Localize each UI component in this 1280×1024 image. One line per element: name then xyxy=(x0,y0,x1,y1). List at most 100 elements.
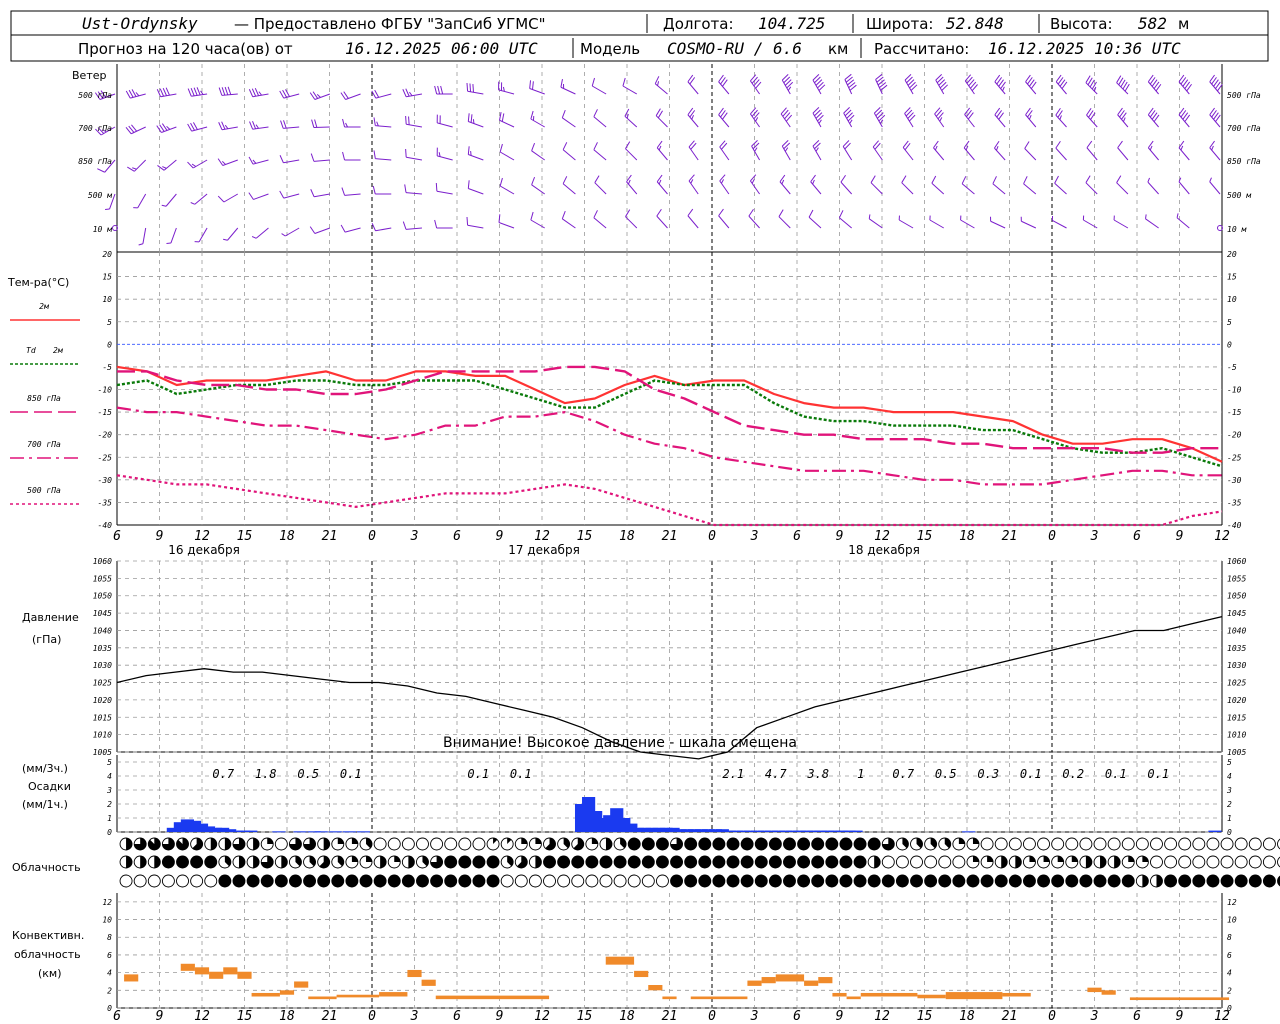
cloud-symbol-fill xyxy=(366,856,373,862)
hour-tick-conv: 0 xyxy=(708,1009,716,1024)
day-label: 18 декабря xyxy=(848,543,920,557)
hour-tick-temp: 12 xyxy=(534,529,550,544)
wind-barb-staff xyxy=(283,193,300,199)
temp-tick-right: 0 xyxy=(1227,340,1232,349)
conv-cloud-bar xyxy=(336,994,380,998)
temp-tick-right: -5 xyxy=(1227,363,1237,372)
hour-tick-conv: 21 xyxy=(322,1009,338,1024)
wind-barb-feather xyxy=(224,86,229,96)
cloud-symbol-fill xyxy=(487,875,500,887)
cloud-symbol-fill xyxy=(1071,856,1078,862)
wind-barb-staff xyxy=(1113,219,1129,229)
precip-tick-right: 2 xyxy=(1227,800,1232,809)
hour-tick-conv: 9 xyxy=(836,1009,844,1024)
wind-barb-feather xyxy=(166,125,171,130)
conv-tick-left: 4 xyxy=(107,969,112,978)
cloud-symbol-fill xyxy=(712,838,725,850)
pressure-tick-left: 1010 xyxy=(93,731,112,740)
wind-barb-feather xyxy=(901,175,907,183)
precip-unit-3h: (мм/3ч.) xyxy=(22,762,68,775)
cloud-symbol-fill xyxy=(337,838,344,844)
wind-barb-staff xyxy=(562,149,576,161)
conv-cloud-bar xyxy=(761,977,776,984)
wind-barb-feather xyxy=(755,117,759,122)
pressure-tick-left: 1020 xyxy=(93,696,112,705)
wind-barb-feather xyxy=(280,120,284,129)
legend-label: 2м xyxy=(39,302,50,311)
wind-barb-staff xyxy=(498,222,515,229)
hour-tick-temp: 12 xyxy=(194,529,210,544)
cloud-symbol-fill xyxy=(1043,856,1050,862)
cloud-symbol-fill xyxy=(698,856,711,868)
cloud-symbol-fill xyxy=(1108,875,1121,887)
wind-barb-staff xyxy=(170,227,177,244)
cloud-symbol-fill xyxy=(755,838,768,850)
wind-title: Ветер xyxy=(72,69,106,82)
wind-barb-feather xyxy=(165,87,170,96)
precipitation-plot: 0.7 1.8 0.5 0.1 0.1 0.1 2.1 4.7 3.8 1 0.7 0.5 0.3 0.1… xyxy=(166,767,1222,833)
cloud-symbol xyxy=(1192,855,1206,869)
wind-barb-staff xyxy=(1178,181,1190,195)
conv-cloud-bar xyxy=(605,956,635,965)
wind-barb-feather xyxy=(625,209,631,217)
hour-tick-conv: 0 xyxy=(1048,1009,1056,1024)
wind-barb-feather xyxy=(405,148,407,158)
latitude-value: 52.848 xyxy=(946,14,1004,33)
cloud-symbol xyxy=(1107,837,1121,851)
hour-tick-conv: 6 xyxy=(453,1009,461,1024)
wind-barb-feather xyxy=(627,179,631,185)
wind-barb-feather xyxy=(531,176,536,186)
cloud-symbol-fill xyxy=(1156,875,1163,887)
cloud-symbol-fill xyxy=(741,856,754,868)
hour-tick-temp: 6 xyxy=(1133,529,1141,544)
cloud-symbol xyxy=(119,874,133,888)
wind-barb-staff xyxy=(718,81,730,95)
precip-sum-label: 0.1 xyxy=(1105,767,1127,781)
conv-cloud-bar xyxy=(223,967,238,975)
wind-barb-feather xyxy=(309,226,316,234)
pressure-title: Давление xyxy=(22,611,79,624)
precip-sum-label: 1 xyxy=(857,767,864,781)
wind-barb-feather xyxy=(625,141,631,149)
precip-tick-left: 2 xyxy=(107,800,112,809)
altitude-unit: м xyxy=(1178,15,1189,33)
wind-barb-staff xyxy=(592,85,607,95)
wind-barb-feather xyxy=(466,82,469,92)
pressure-tick-right: 1005 xyxy=(1227,748,1246,757)
cloud-symbol-fill xyxy=(351,856,358,862)
wind-barb-feather xyxy=(191,163,197,167)
conv-cloud-bar xyxy=(818,977,833,984)
wind-barb-staff xyxy=(255,227,269,239)
wind-barb-staff xyxy=(562,117,576,128)
cloud-symbol-fill xyxy=(394,856,401,862)
cloud-symbol-fill xyxy=(535,856,542,868)
cloud-symbol-fill xyxy=(1065,875,1078,887)
wind-barb-feather xyxy=(499,177,503,187)
conv-cloud-bar xyxy=(917,994,946,999)
cloud-symbol-fill xyxy=(755,875,768,887)
wind-barb-feather xyxy=(750,174,757,182)
pressure-tick-left: 1050 xyxy=(93,592,112,601)
pressure-unit: (гПа) xyxy=(32,633,61,646)
cloud-symbol-fill xyxy=(1142,856,1149,862)
wind-barb-feather xyxy=(190,202,196,205)
precip-tick-right: 5 xyxy=(1227,758,1232,767)
wind-barb-feather xyxy=(879,119,884,124)
wind-barb-staff xyxy=(898,219,914,229)
wind-barb-staff xyxy=(1117,147,1129,161)
wind-barb-feather xyxy=(470,151,472,156)
cloud-symbol-fill xyxy=(656,838,669,850)
wind-barb-staff xyxy=(1145,218,1159,229)
wind-barb-feather xyxy=(342,118,346,128)
wind-barb-staff xyxy=(960,219,975,229)
cloud-symbol-fill xyxy=(642,838,655,850)
wind-barb-staff xyxy=(780,113,791,128)
hour-tick-temp: 18 xyxy=(619,529,635,544)
temp-tick-left: -35 xyxy=(98,498,113,507)
wind-barb-feather xyxy=(408,116,410,125)
hour-tick-conv: 21 xyxy=(662,1009,678,1024)
cloud-symbol-fill xyxy=(1085,856,1092,868)
wind-barb-staff xyxy=(840,181,853,195)
cloud-symbol-fill xyxy=(854,875,867,887)
wind-barb-staff xyxy=(194,193,208,205)
